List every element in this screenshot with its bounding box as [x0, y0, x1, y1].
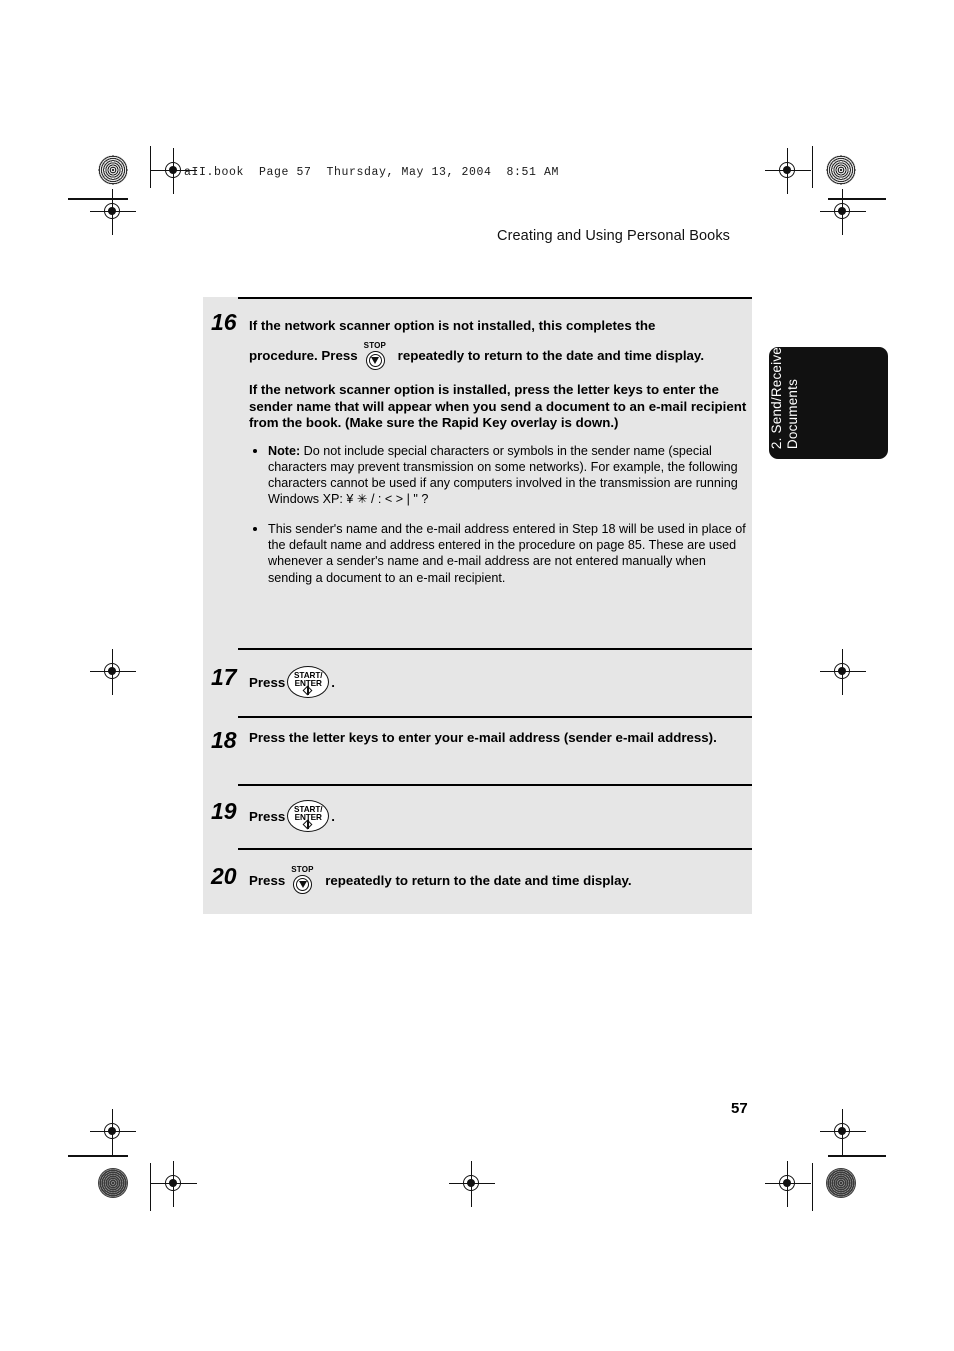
step-18-text: Press the letter keys to enter your e-ma… [249, 730, 717, 745]
step-19-press-line: Press START/ ENTER . [249, 800, 752, 832]
step-19: 19 Press START/ ENTER . [211, 800, 752, 832]
file-info-line: aII.book Page 57 Thursday, May 13, 2004 … [184, 166, 560, 179]
registration-target-bottom-center [449, 1161, 495, 1207]
step-19-press-label: Press [249, 808, 286, 824]
stop-key-icon[interactable]: STOP [361, 341, 395, 371]
step-18: 18 Press the letter keys to enter your e… [211, 729, 752, 752]
step-20: 20 Press STOP repeatedly to return to th… [211, 865, 752, 895]
registration-halftone-dot-top-left [98, 155, 128, 185]
step-17-press-trailing: . [331, 674, 335, 690]
step-16-number: 16 [211, 309, 237, 335]
registration-target-left-middle [90, 649, 136, 695]
registration-target-bottom-left [151, 1161, 197, 1207]
step-16-lead-line-1: If the network scanner option is not ins… [249, 318, 656, 333]
registration-halftone-dot-top-right [826, 155, 856, 185]
trim-line-left-lower-horizontal [68, 1155, 128, 1157]
trim-line-right-lower-horizontal [828, 1155, 886, 1157]
registration-target-bottom-right [765, 1161, 811, 1207]
note-text: Do not include special characters or sym… [268, 443, 738, 507]
step-20-body: Press STOP repeatedly to return to the d… [249, 865, 752, 895]
side-tab-label: 2. Send/Receive Documents [769, 347, 800, 449]
registration-target-left-lower [90, 1109, 136, 1155]
step-17-press-label: Press [249, 674, 286, 690]
step-19-number: 19 [211, 798, 237, 824]
step-20-press-line: Press STOP repeatedly to return to the d… [249, 865, 752, 895]
trim-line-top-left-vertical [150, 146, 151, 188]
note-label: Note: [268, 443, 301, 458]
step-19-press-trailing: . [331, 808, 335, 824]
trim-line-top-right-vertical [812, 146, 813, 188]
step-divider-18 [238, 716, 752, 718]
step-divider-19 [238, 784, 752, 786]
start-enter-key-icon[interactable]: START/ ENTER [287, 666, 330, 698]
step-19-body: Press START/ ENTER . [249, 800, 752, 832]
trim-line-bottom-right-vertical [812, 1163, 813, 1211]
bullet-text: This sender's name and the e-mail addres… [268, 521, 746, 585]
step-divider-20 [238, 848, 752, 850]
start-enter-key-icon[interactable]: START/ ENTER [287, 800, 330, 832]
step-17-body: Press START/ ENTER . [249, 666, 752, 698]
step-17-number: 17 [211, 664, 237, 690]
registration-halftone-dot-bottom-right [826, 1168, 856, 1198]
step-20-press-label: Press [249, 872, 286, 888]
step-16: 16 If the network scanner option is not … [211, 311, 752, 586]
registration-target-top-right [765, 148, 811, 194]
stop-key-icon[interactable]: STOP [288, 865, 322, 895]
step-17: 17 Press START/ ENTER . [211, 666, 752, 698]
step-17-press-line: Press START/ ENTER . [249, 666, 752, 698]
step-16-bullet-list: Note: Do not include special characters … [249, 443, 749, 586]
registration-target-right-lower [820, 1109, 866, 1155]
registration-halftone-dot-bottom-left [98, 1168, 128, 1198]
list-item: This sender's name and the e-mail addres… [249, 521, 749, 586]
side-tab-section-marker: 2. Send/Receive Documents [769, 347, 888, 459]
registration-target-right-middle [820, 649, 866, 695]
step-16-paragraph-bold: If the network scanner option is install… [249, 382, 747, 430]
step-16-lead-line-2: procedure. Press STOP repeatedly to retu… [249, 341, 752, 371]
step-18-number: 18 [211, 727, 237, 753]
step-16-press-label: procedure. Press [249, 348, 358, 363]
registration-target-left-upper [90, 189, 136, 235]
page-header-title: Creating and Using Personal Books [497, 228, 731, 244]
page-number: 57 [731, 1100, 748, 1117]
list-item: Note: Do not include special characters … [249, 443, 749, 508]
step-20-number: 20 [211, 863, 237, 889]
registration-target-right-upper [820, 189, 866, 235]
trim-line-bottom-left-vertical [150, 1163, 151, 1211]
step-16-body: If the network scanner option is not ins… [249, 311, 752, 586]
stop-key-caption: STOP [363, 341, 387, 350]
step-20-press-trailing: repeatedly to return to the date and tim… [325, 872, 632, 888]
step-16-press-trailing: repeatedly to return to the date and tim… [397, 348, 705, 363]
step-divider-17 [238, 648, 752, 650]
instruction-panel: 16 If the network scanner option is not … [203, 297, 752, 914]
stop-key-caption: STOP [291, 865, 314, 874]
step-divider-top [238, 297, 752, 299]
